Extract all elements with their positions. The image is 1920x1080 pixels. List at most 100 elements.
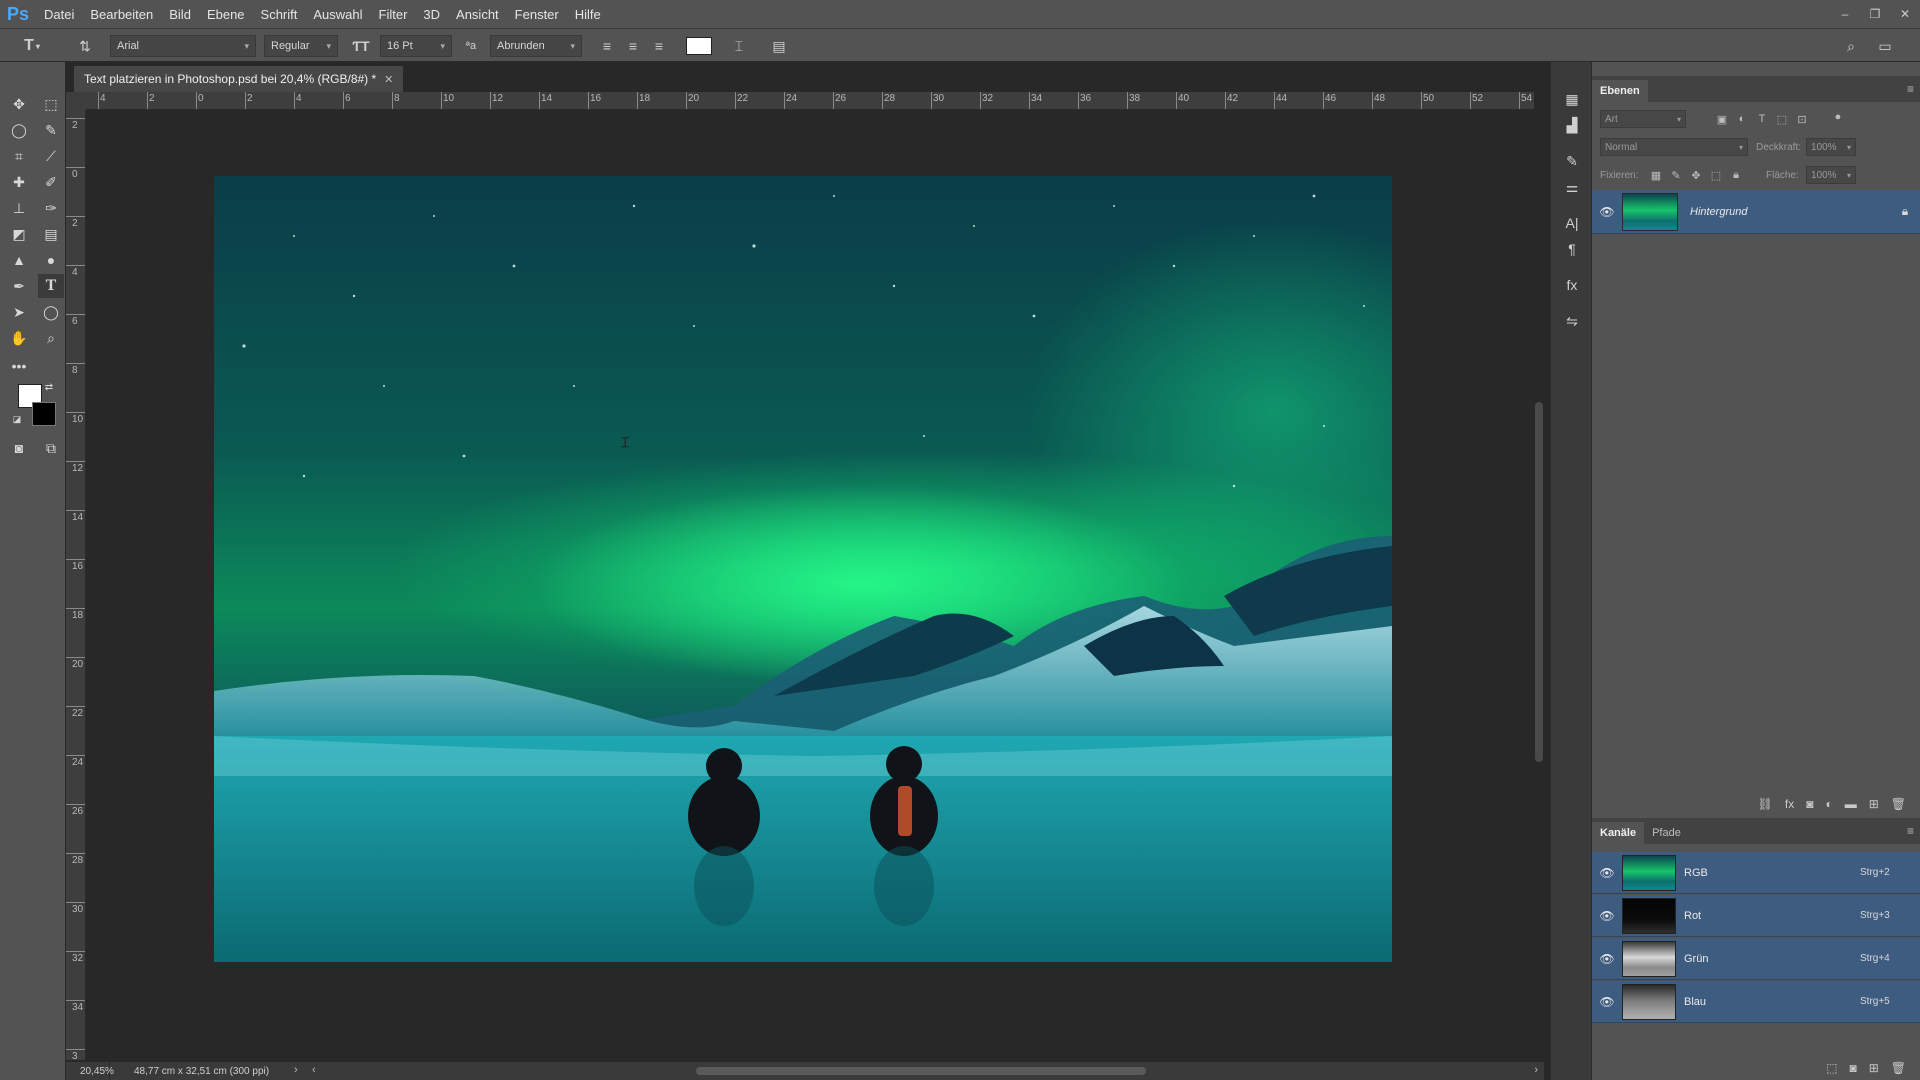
ellipse-tool-icon[interactable]: ◯ — [38, 300, 64, 324]
canvas-area[interactable]: ⌶ — [86, 110, 1534, 1062]
document-tab[interactable]: Text platzieren in Photoshop.psd bei 20,… — [74, 66, 404, 92]
visibility-eye-icon[interactable]: 👁︎ — [1592, 866, 1622, 880]
channel-row-rot[interactable]: 👁︎ Rot Strg+3 — [1592, 895, 1920, 937]
lock-artboard-icon[interactable]: ⬚ — [1708, 166, 1724, 184]
quick-mask-icon[interactable]: ◙ — [6, 436, 32, 460]
brush-settings-icon[interactable]: ✎ — [1561, 150, 1583, 172]
libraries-icon[interactable]: ▦ — [1561, 88, 1583, 110]
menu-datei[interactable]: Datei — [36, 7, 82, 22]
healing-brush-tool-icon[interactable]: ✚ — [6, 170, 32, 194]
dodge-tool-icon[interactable]: ● — [38, 248, 64, 272]
layer-row[interactable]: 👁︎ Hintergrund 🔒︎ — [1592, 190, 1920, 234]
tab-kanaele[interactable]: Kanäle — [1592, 822, 1645, 844]
eraser-tool-icon[interactable]: ◩ — [6, 222, 32, 246]
horizontal-scroll-thumb[interactable] — [696, 1067, 1146, 1075]
adjustment-layer-icon[interactable]: ◐ — [1825, 797, 1832, 811]
aurora-photo[interactable]: ⌶ — [214, 176, 1392, 962]
document-info[interactable]: 48,77 cm x 32,51 cm (300 ppi) — [110, 1066, 269, 1077]
hand-tool-icon[interactable]: ✋ — [6, 326, 32, 350]
delete-channel-icon[interactable]: 🗑︎ — [1891, 1061, 1906, 1075]
channel-row-gruen[interactable]: 👁︎ Grün Strg+4 — [1592, 938, 1920, 980]
font-size-select[interactable]: 16 Pt ▾ — [380, 35, 452, 57]
lock-all-icon[interactable]: 🔒︎ — [1728, 166, 1744, 184]
horizontal-ruler[interactable]: 4 2 0 2 4 6 8 10 12 14 16 18 20 22 24 26 28 30 32 34 36 38 40 4… — [86, 92, 1534, 110]
warp-text-icon[interactable]: ⌶ — [728, 35, 750, 57]
path-selection-tool-icon[interactable]: ➤ — [6, 300, 32, 324]
vertical-ruler[interactable]: 2 0 2 4 6 8 10 12 14 16 18 20 22 24 26 28 30 32 34 3 — [66, 110, 86, 1060]
move-tool-icon[interactable]: ✥ — [6, 92, 32, 116]
layer-filter-select[interactable]: Art ▾ — [1600, 110, 1686, 128]
zoom-level[interactable]: 20,45% — [66, 1062, 114, 1080]
add-mask-icon[interactable]: ◙ — [1806, 797, 1813, 811]
styles-icon[interactable]: fx — [1561, 274, 1583, 296]
gradient-tool-icon[interactable]: ▤ — [38, 222, 64, 246]
tool-preset-picker[interactable]: T ▾ — [18, 35, 46, 57]
visibility-eye-icon[interactable]: 👁︎ — [1592, 995, 1622, 1009]
menu-hilfe[interactable]: Hilfe — [567, 7, 609, 22]
channels-menu-icon[interactable]: ≡ — [1907, 824, 1914, 838]
text-orientation-icon[interactable]: ⇅ — [74, 35, 96, 57]
lasso-tool-icon[interactable]: ◯ — [6, 118, 32, 142]
histogram-icon[interactable]: ▟ — [1561, 114, 1583, 136]
blur-tool-icon[interactable]: ▲ — [6, 248, 32, 272]
filter-adjustment-icon[interactable]: ◐ — [1734, 110, 1750, 128]
clone-stamp-tool-icon[interactable]: ⊥ — [6, 196, 32, 220]
new-layer-icon[interactable]: ⊞ — [1869, 797, 1879, 811]
menu-fenster[interactable]: Fenster — [507, 7, 567, 22]
eyedropper-tool-icon[interactable]: ⟋ — [38, 144, 64, 168]
layer-style-icon[interactable]: fx — [1785, 797, 1794, 811]
font-style-select[interactable]: Regular ▾ — [264, 35, 338, 57]
link-layers-icon[interactable]: ⛓ — [1758, 797, 1773, 811]
align-right-icon[interactable]: ≡ — [648, 35, 670, 57]
vertical-scroll-thumb[interactable] — [1535, 402, 1543, 762]
filter-toggle-icon[interactable]: ● — [1830, 108, 1846, 126]
panel-menu-icon[interactable]: ≡ — [1907, 82, 1914, 96]
properties-icon[interactable]: ⇋ — [1561, 310, 1583, 332]
marquee-tool-icon[interactable]: ⬚ — [38, 92, 64, 116]
screen-mode-icon[interactable]: ⧉ — [38, 436, 64, 460]
brush-tool-icon[interactable]: ✐ — [38, 170, 64, 194]
text-color-swatch[interactable] — [686, 37, 712, 55]
type-tool-icon[interactable]: T — [38, 274, 64, 298]
close-window-button[interactable]: ✕ — [1890, 0, 1920, 28]
menu-auswahl[interactable]: Auswahl — [305, 7, 370, 22]
lock-transparency-icon[interactable]: ▦ — [1648, 166, 1664, 184]
restore-button[interactable]: ❐ — [1860, 0, 1890, 28]
opacity-field[interactable]: 100% ▾ — [1806, 138, 1856, 156]
layer-lock-icon[interactable]: 🔒︎ — [1890, 204, 1920, 219]
menu-bild[interactable]: Bild — [161, 7, 199, 22]
save-selection-icon[interactable]: ◙ — [1849, 1061, 1856, 1075]
menu-filter[interactable]: Filter — [371, 7, 416, 22]
filter-smart-object-icon[interactable]: ⊡ — [1794, 110, 1810, 128]
visibility-eye-icon[interactable]: 👁︎ — [1592, 952, 1622, 966]
swap-colors-icon[interactable]: ⇄ — [42, 380, 56, 394]
load-selection-icon[interactable]: ⬚ — [1826, 1061, 1837, 1075]
character-panel-icon[interactable]: ▤ — [768, 35, 790, 57]
history-brush-tool-icon[interactable]: ✑ — [38, 196, 64, 220]
filter-pixel-icon[interactable]: ▣ — [1714, 110, 1730, 128]
channel-row-rgb[interactable]: 👁︎ RGB Strg+2 — [1592, 852, 1920, 894]
character-icon[interactable]: A| — [1561, 212, 1583, 234]
filter-shape-icon[interactable]: ⬚ — [1774, 110, 1790, 128]
more-tools-icon[interactable]: ••• — [6, 354, 32, 378]
quick-selection-tool-icon[interactable]: ✎ — [38, 118, 64, 142]
default-colors-icon[interactable]: ◪ — [10, 412, 24, 426]
workspace-icon[interactable]: ▭ — [1874, 35, 1896, 57]
vertical-scrollbar[interactable] — [1534, 92, 1544, 1062]
align-center-icon[interactable]: ≡ — [622, 35, 644, 57]
lock-position-icon[interactable]: ✥ — [1688, 166, 1704, 184]
menu-3d[interactable]: 3D — [415, 7, 448, 22]
align-left-icon[interactable]: ≡ — [596, 35, 618, 57]
new-channel-icon[interactable]: ⊞ — [1869, 1061, 1879, 1075]
status-menu-arrow-icon[interactable]: › — [294, 1064, 298, 1076]
scroll-left-icon[interactable]: ‹ — [312, 1064, 316, 1076]
minimize-button[interactable]: – — [1830, 0, 1860, 28]
layer-name[interactable]: Hintergrund — [1690, 206, 1890, 218]
ruler-corner[interactable] — [66, 92, 86, 110]
visibility-eye-icon[interactable]: 👁︎ — [1592, 909, 1622, 923]
paragraph-icon[interactable]: ¶ — [1561, 238, 1583, 260]
menu-schrift[interactable]: Schrift — [253, 7, 306, 22]
filter-type-icon[interactable]: T — [1754, 110, 1770, 128]
new-group-icon[interactable]: ▬ — [1845, 797, 1857, 811]
background-color-swatch[interactable] — [32, 402, 56, 426]
